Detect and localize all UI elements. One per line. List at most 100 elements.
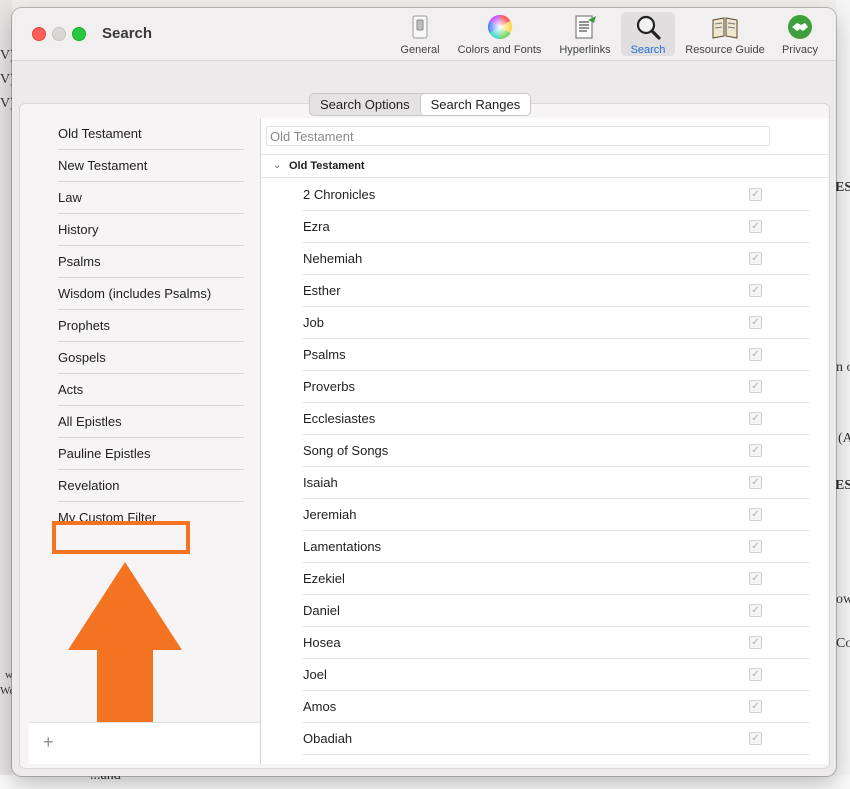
toolbar-search[interactable]: Search <box>621 12 675 56</box>
book-checkbox[interactable]: ✓ <box>749 668 762 681</box>
book-checkbox[interactable]: ✓ <box>749 188 762 201</box>
range-item[interactable]: Pauline Epistles <box>58 438 244 470</box>
handshake-icon <box>788 15 812 39</box>
book-label: Esther <box>303 283 341 298</box>
book-row[interactable]: Job ✓ <box>303 307 809 339</box>
window-title: Search <box>102 25 153 42</box>
book-checkbox[interactable]: ✓ <box>749 412 762 425</box>
background-fragment: n or <box>836 360 850 375</box>
book-row[interactable]: Daniel ✓ <box>303 595 809 627</box>
book-checkbox[interactable]: ✓ <box>749 604 762 617</box>
book-label: Psalms <box>303 347 346 362</box>
toolbar-colors-and-fonts-label: Colors and Fonts <box>457 44 542 56</box>
zoom-button[interactable] <box>72 27 86 41</box>
book-label: Song of Songs <box>303 443 389 458</box>
toolbar-colors-and-fonts[interactable]: Colors and Fonts <box>452 12 547 56</box>
book-label: Ecclesiastes <box>303 411 376 426</box>
book-row[interactable]: Ecclesiastes ✓ <box>303 403 809 435</box>
old-testament-group-header[interactable]: ⌄ Old Testament <box>261 154 828 178</box>
background-fragment: Co <box>836 636 850 651</box>
search-ranges-panel: Old Testament New Testament Law History Psal… <box>19 103 830 769</box>
background-fragment: (A <box>838 431 850 446</box>
range-item[interactable]: Psalms <box>58 246 244 278</box>
book-checkbox[interactable]: ✓ <box>749 444 762 457</box>
add-range-button[interactable]: + <box>43 733 54 751</box>
chevron-down-icon[interactable]: ⌄ <box>273 155 281 177</box>
book-row[interactable]: Ezra ✓ <box>303 211 809 243</box>
title-bar: Search General Colors and Fonts Hyperlin… <box>12 8 836 61</box>
range-list-footer: + <box>29 722 260 764</box>
toolbar-privacy-label: Privacy <box>781 44 819 56</box>
book-label: Obadiah <box>303 731 353 746</box>
book-checkbox[interactable]: ✓ <box>749 348 762 361</box>
book-label: Daniel <box>303 603 340 618</box>
book-row[interactable]: Ezekiel ✓ <box>303 563 809 595</box>
book-row[interactable]: Obadiah ✓ <box>303 723 809 755</box>
range-item[interactable]: Gospels <box>58 342 244 374</box>
range-item[interactable]: All Epistles <box>58 406 244 438</box>
book-label: Nehemiah <box>303 251 363 266</box>
arrow-up-icon <box>68 562 182 744</box>
range-item[interactable]: History <box>58 214 244 246</box>
range-item[interactable]: Law <box>58 182 244 214</box>
toolbar-resource-guide-label: Resource Guide <box>685 44 765 56</box>
book-label: Ezekiel <box>303 571 345 586</box>
book-row[interactable]: Amos ✓ <box>303 691 809 723</box>
book-row[interactable]: Lamentations ✓ <box>303 531 809 563</box>
background-bottom-edge <box>0 775 850 789</box>
book-row[interactable]: Isaiah ✓ <box>303 467 809 499</box>
book-row[interactable]: Hosea ✓ <box>303 627 809 659</box>
book-checkbox[interactable]: ✓ <box>749 380 762 393</box>
book-checkbox[interactable]: ✓ <box>749 316 762 329</box>
book-checkbox[interactable]: ✓ <box>749 700 762 713</box>
book-checkbox[interactable]: ✓ <box>749 220 762 233</box>
tab-search-options[interactable]: Search Options <box>310 94 420 115</box>
range-item[interactable]: Old Testament <box>58 118 244 150</box>
book-label: 2 Chronicles <box>303 187 376 202</box>
range-list: Old Testament New Testament Law History Psal… <box>22 118 260 744</box>
color-wheel-icon <box>487 14 512 39</box>
book-checkbox[interactable]: ✓ <box>749 284 762 297</box>
range-item[interactable]: New Testament <box>58 150 244 182</box>
toolbar-resource-guide[interactable]: Resource Guide <box>680 12 770 56</box>
book-row[interactable]: Song of Songs ✓ <box>303 435 809 467</box>
book-label: Hosea <box>303 635 341 650</box>
book-checkbox[interactable]: ✓ <box>749 252 762 265</box>
document-link-icon <box>575 15 596 39</box>
book-label: Lamentations <box>303 539 382 554</box>
background-right-edge <box>836 0 850 789</box>
range-item[interactable]: Prophets <box>58 310 244 342</box>
book-label: Amos <box>303 699 337 714</box>
book-checkbox[interactable]: ✓ <box>749 508 762 521</box>
minimize-button[interactable] <box>52 27 66 41</box>
book-checkbox[interactable]: ✓ <box>749 732 762 745</box>
range-name-field[interactable]: Old Testament <box>266 126 770 146</box>
book-checkbox[interactable]: ✓ <box>749 572 762 585</box>
book-checkbox[interactable]: ✓ <box>749 476 762 489</box>
book-row[interactable]: Nehemiah ✓ <box>303 243 809 275</box>
range-item[interactable]: Wisdom (includes Psalms) <box>58 278 244 310</box>
range-item[interactable]: Revelation <box>58 470 244 502</box>
book-checkbox[interactable]: ✓ <box>749 636 762 649</box>
range-item[interactable]: Acts <box>58 374 244 406</box>
book-label: Joel <box>303 667 327 682</box>
book-checkbox[interactable]: ✓ <box>749 540 762 553</box>
group-header-label: Old Testament <box>289 160 365 172</box>
book-row[interactable]: Proverbs ✓ <box>303 371 809 403</box>
tab-search-ranges[interactable]: Search Ranges <box>419 94 531 115</box>
background-fragment: EST <box>835 180 850 195</box>
switch-icon <box>412 15 428 39</box>
book-row[interactable]: 2 Chronicles ✓ <box>303 179 809 211</box>
preferences-window: Search General Colors and Fonts Hyperlin… <box>12 8 836 776</box>
close-button[interactable] <box>32 27 46 41</box>
book-row[interactable]: Jeremiah ✓ <box>303 499 809 531</box>
open-book-icon <box>712 17 738 39</box>
book-row[interactable]: Psalms ✓ <box>303 339 809 371</box>
book-label: Job <box>303 315 324 330</box>
toolbar-privacy[interactable]: Privacy <box>776 12 824 56</box>
toolbar-general[interactable]: General <box>395 12 445 56</box>
book-row[interactable]: Joel ✓ <box>303 659 809 691</box>
tab-control: Search Options Search Ranges <box>309 93 532 116</box>
book-row[interactable]: Esther ✓ <box>303 275 809 307</box>
toolbar-hyperlinks[interactable]: Hyperlinks <box>554 12 616 56</box>
